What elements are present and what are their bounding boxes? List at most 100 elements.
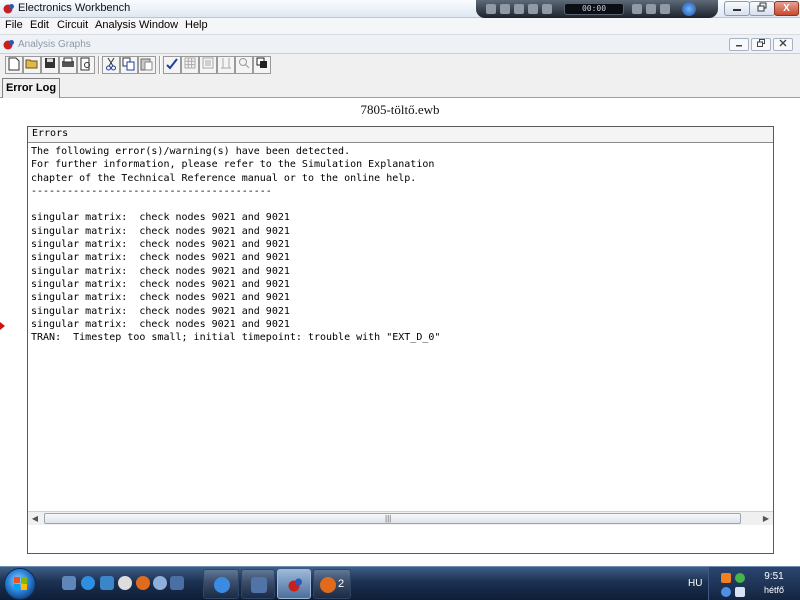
app-title-bar[interactable]: Electronics Workbench 00:00 X xyxy=(0,0,800,18)
legend-button[interactable] xyxy=(199,56,217,74)
save-button[interactable] xyxy=(41,56,59,74)
media-player-logo-icon[interactable] xyxy=(682,2,696,16)
save-quicklaunch-icon[interactable] xyxy=(170,576,184,590)
pen-tool-button[interactable] xyxy=(163,56,181,74)
toolbar-separator xyxy=(98,56,100,74)
menu-edit[interactable]: Edit xyxy=(30,19,49,31)
switch-windows-icon[interactable] xyxy=(100,576,114,590)
electronics-workbench-icon xyxy=(288,578,302,592)
play-icon[interactable] xyxy=(486,4,496,14)
new-file-button[interactable] xyxy=(5,56,23,74)
error-log-text: The following error(s)/warning(s) have b… xyxy=(31,145,766,515)
log-line: singular matrix: check nodes 9021 and 90… xyxy=(31,305,290,317)
stop-icon[interactable] xyxy=(500,4,510,14)
log-line: singular matrix: check nodes 9021 and 90… xyxy=(31,212,290,224)
menu-circuit[interactable]: Circuit xyxy=(57,19,88,31)
scroll-right-arrow-icon[interactable]: ▶ xyxy=(759,512,773,525)
toggle-view-icon xyxy=(256,57,267,68)
errors-title: Errors xyxy=(32,128,69,139)
legend-icon xyxy=(202,57,214,69)
log-line: singular matrix: check nodes 9021 and 90… xyxy=(31,225,290,237)
mute-icon[interactable] xyxy=(542,4,552,14)
close-icon: X xyxy=(783,3,790,14)
menu-file[interactable]: File xyxy=(5,19,23,31)
zoom-button[interactable] xyxy=(235,56,253,74)
menu-bar: File Edit Circuit Analysis Window Help xyxy=(0,18,800,34)
paste-button[interactable] xyxy=(138,56,156,74)
volume-icon[interactable] xyxy=(632,4,642,14)
child-minimize-button[interactable] xyxy=(729,38,749,51)
menu-analysis[interactable]: Analysis xyxy=(95,19,136,31)
network-quicklaunch-icon[interactable] xyxy=(153,576,167,590)
media-time-display: 00:00 xyxy=(564,3,624,15)
clock-time[interactable]: 9:51 xyxy=(754,571,794,582)
volume-speaker-icon[interactable] xyxy=(735,587,745,597)
next-icon[interactable] xyxy=(528,4,538,14)
cursors-button[interactable] xyxy=(217,56,235,74)
clock-day[interactable]: hétfő xyxy=(754,585,794,595)
child-close-button[interactable] xyxy=(773,38,793,51)
task-button-electronics-workbench[interactable] xyxy=(277,569,311,599)
task-button-disk[interactable] xyxy=(241,569,275,599)
grid-button[interactable] xyxy=(181,56,199,74)
log-line: singular matrix: check nodes 9021 and 90… xyxy=(31,318,290,330)
tab-error-log[interactable]: Error Log xyxy=(2,78,60,98)
cut-button[interactable] xyxy=(102,56,120,74)
new-file-icon xyxy=(8,57,20,71)
tray-status-icon[interactable] xyxy=(735,573,745,583)
language-indicator[interactable]: HU xyxy=(688,578,702,589)
taskbar: 2 HU 9:51 hétfő xyxy=(0,566,800,600)
pen-check-icon xyxy=(166,58,178,70)
log-line: For further information, please refer to… xyxy=(31,159,435,171)
show-desktop-icon[interactable] xyxy=(62,576,76,590)
child-window-title-bar[interactable]: Analysis Graphs xyxy=(0,34,800,54)
red-arrow-marker-icon xyxy=(0,322,5,330)
copy-button[interactable] xyxy=(120,56,138,74)
app-title: Electronics Workbench xyxy=(18,2,131,14)
scroll-grip-icon: ||| xyxy=(385,514,392,523)
log-line: singular matrix: check nodes 9021 and 90… xyxy=(31,278,290,290)
close-button[interactable]: X xyxy=(774,1,799,16)
maximize-button[interactable] xyxy=(749,1,775,16)
horizontal-scrollbar[interactable]: ◀ ||| ▶ xyxy=(28,511,773,525)
print-preview-button[interactable] xyxy=(77,56,95,74)
child-restore-button[interactable] xyxy=(751,38,771,51)
equalizer-icon[interactable] xyxy=(660,4,670,14)
log-line: chapter of the Technical Reference manua… xyxy=(31,172,417,184)
child-window-title: Analysis Graphs xyxy=(18,39,91,50)
restore-icon xyxy=(757,2,767,12)
minimize-icon xyxy=(733,9,741,11)
windows-logo-icon xyxy=(14,577,27,590)
tab-strip: Error Log xyxy=(0,76,800,98)
task-button-firefox-group[interactable]: 2 xyxy=(313,569,351,599)
explorer-icon xyxy=(214,577,230,593)
graph-area: 7805-töltő.ewb Errors The following erro… xyxy=(0,98,800,566)
copy-icon xyxy=(122,57,135,71)
restore-graph-button[interactable] xyxy=(253,56,271,74)
media-player-quicklaunch-icon[interactable] xyxy=(118,576,132,590)
menu-window[interactable]: Window xyxy=(139,19,178,31)
scroll-left-arrow-icon[interactable]: ◀ xyxy=(28,512,42,525)
internet-explorer-icon[interactable] xyxy=(81,576,95,590)
minimize-icon xyxy=(736,45,742,47)
playlist-icon[interactable] xyxy=(646,4,656,14)
previous-icon[interactable] xyxy=(514,4,524,14)
cursors-icon xyxy=(221,58,231,69)
firefox-quicklaunch-icon[interactable] xyxy=(136,576,150,590)
disk-icon xyxy=(251,577,267,593)
start-button[interactable] xyxy=(4,568,36,600)
menu-help[interactable]: Help xyxy=(185,19,208,31)
electronics-workbench-icon xyxy=(3,4,14,14)
print-preview-icon xyxy=(80,57,90,71)
tray-app-icon[interactable] xyxy=(721,573,731,583)
printer-icon xyxy=(62,57,74,67)
scrollbar-thumb[interactable]: ||| xyxy=(44,513,741,524)
task-button-explorer[interactable] xyxy=(203,569,239,599)
print-button[interactable] xyxy=(59,56,77,74)
errors-panel: Errors The following error(s)/warning(s)… xyxy=(27,126,774,554)
tray-network-icon[interactable] xyxy=(721,587,731,597)
minimize-button[interactable] xyxy=(724,1,750,16)
open-file-button[interactable] xyxy=(23,56,41,74)
paste-icon xyxy=(140,58,153,71)
